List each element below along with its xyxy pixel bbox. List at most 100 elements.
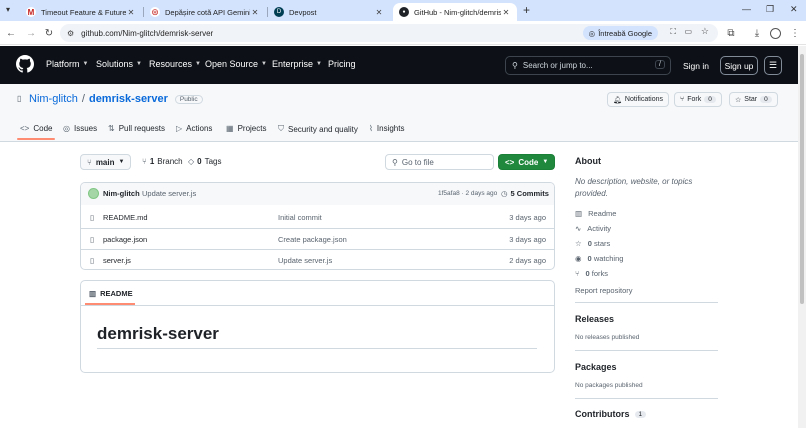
nav-solutions[interactable]: Solutions ▼ [96,59,142,69]
tags-link[interactable]: ◇ 0 Tags [188,157,222,166]
back-icon[interactable]: ← [4,26,18,40]
profile-avatar-icon[interactable] [768,26,782,40]
browser-tab-2[interactable]: ⊛ Depășire cotă API Gemini în ch ✕ [144,3,266,21]
branch-selector[interactable]: ⑂ main ▼ [80,154,132,170]
sign-in-link[interactable]: Sign in [680,56,712,75]
releases-heading[interactable]: Releases [575,314,614,324]
file-commit-message[interactable]: Create package.json [278,235,347,244]
nav-open-source[interactable]: Open Source ▼ [205,59,267,69]
extensions-icon[interactable]: ⧉ [724,26,738,40]
fork-button[interactable]: ⑂ Fork 0 [674,92,722,107]
bell-icon: 🔔︎ [613,96,622,104]
settings-menu-icon[interactable]: ☰ [764,56,782,75]
nav-resources[interactable]: Resources ▼ [149,59,201,69]
readme-link[interactable]: ▥ Readme [575,209,616,218]
branches-link[interactable]: ⑂ 1 Branch [142,157,183,166]
readme-tab[interactable]: ▥ README [89,289,133,298]
code-button[interactable]: <> Code ▼ [498,154,555,170]
star-button[interactable]: ☆ Star 0 [729,92,778,107]
path-separator: / [81,93,85,105]
table-icon: ▦ [226,124,234,133]
window-close-icon[interactable]: ✕ [790,4,798,15]
scrollbar-thumb[interactable] [800,54,804,304]
nav-pricing[interactable]: Pricing [328,59,356,69]
chevron-down-icon: ▼ [136,61,142,67]
chrome-menu-icon[interactable]: ⋮ [788,26,802,40]
nav-enterprise[interactable]: Enterprise ▼ [272,59,322,69]
close-tab-icon[interactable]: ✕ [250,8,260,17]
site-info-icon[interactable]: ⚙ [67,29,74,38]
search-shortcut-key: / [655,60,665,69]
file-commit-message[interactable]: Initial commit [278,213,322,222]
browser-tab-3[interactable]: D Devpost ✕ [268,3,390,21]
lens-icon: ◎ [588,28,596,38]
tab-projects[interactable]: ▦ Projects [226,124,266,133]
tab-pull-requests[interactable]: ⇅ Pull requests [108,124,165,133]
file-name-link[interactable]: README.md [103,213,148,222]
address-bar[interactable]: ⚙ github.com/Nim-glitch/demrisk-server ◎… [60,24,718,42]
download-icon[interactable]: ⤓ [750,26,764,40]
commits-link[interactable]: ◷ 5 Commits [501,189,549,198]
play-icon: ▷ [176,124,183,133]
repo-header: ▯ Nim-glitch / demrisk-server Public 🔔︎ … [0,84,798,142]
page-scrollbar[interactable] [798,46,806,428]
report-repository-link[interactable]: Report repository [575,286,633,295]
file-name-link[interactable]: package.json [103,235,147,244]
tab-insights[interactable]: ⌇ Insights [369,124,404,133]
search-input[interactable]: ⚲ Search or jump to... / [505,56,671,75]
notifications-button[interactable]: 🔔︎ Notifications [607,92,670,107]
minimize-icon[interactable]: — [742,4,751,14]
tab-issues[interactable]: ◎ Issues [63,124,97,133]
file-icon: ▯ [90,235,95,244]
forward-icon[interactable]: → [24,26,38,40]
browser-tab-strip: ▾ M Timeout Feature & Future A2A ✕ ⊛ Dep… [0,0,806,21]
reload-icon[interactable]: ↻ [42,26,56,40]
latest-commit-bar: Nim-glitch Update server.js 1f5afa8 · 2 … [81,183,554,205]
cast-icon[interactable]: ▭ [684,27,692,36]
file-commit-message[interactable]: Update server.js [278,256,332,265]
go-to-file-input[interactable]: ⚲ Go to file [385,154,494,170]
ask-google-chip[interactable]: ◎ Întreabă Google [582,26,658,40]
contributors-count: 1 [634,410,647,418]
avatar[interactable] [88,188,99,199]
forks-link[interactable]: ⑂ 0 forks [575,269,608,278]
table-row[interactable]: ▯ README.md Initial commit 3 days ago [81,207,554,228]
commit-message[interactable]: Update server.js [142,189,196,198]
tab-title: Timeout Feature & Future A2A [41,7,126,17]
repo-owner-link[interactable]: Nim-glitch [29,93,78,105]
repo-icon: ▯ [17,94,22,103]
tab-code[interactable]: <> Code [20,124,52,133]
devpost-favicon-icon: D [274,7,284,17]
tab-search-button[interactable]: ▾ [6,5,10,14]
close-tab-icon[interactable]: ✕ [126,8,136,17]
tab-actions[interactable]: ▷ Actions [176,124,212,133]
new-tab-button[interactable]: + [523,3,530,17]
caret-down-icon: ▼ [542,159,549,165]
star-count: 0 [760,96,772,103]
github-logo-icon[interactable] [16,55,34,73]
packages-heading[interactable]: Packages [575,362,617,372]
nav-platform[interactable]: Platform ▼ [46,59,88,69]
contributors-heading[interactable]: Contributors 1 [575,409,647,419]
table-row[interactable]: ▯ package.json Create package.json 3 day… [81,228,554,249]
file-name-link[interactable]: server.js [103,256,131,265]
sign-up-button[interactable]: Sign up [720,56,758,75]
browser-tab-1[interactable]: M Timeout Feature & Future A2A ✕ [20,3,142,21]
repo-name-link[interactable]: demrisk-server [89,93,168,105]
search-icon: ⚲ [512,61,518,70]
watching-link[interactable]: ◉ 0 watching [575,254,623,263]
branch-icon: ⑂ [87,157,92,167]
activity-link[interactable]: ∿ Activity [575,224,611,233]
commit-meta[interactable]: 1f5afa8 · 2 days ago [438,190,497,197]
table-row[interactable]: ▯ server.js Update server.js 2 days ago [81,249,554,269]
tab-security[interactable]: ⛉ Security and quality [278,124,358,134]
heading-underline [97,348,537,349]
bookmark-star-icon[interactable]: ☆ [701,26,709,37]
translate-icon[interactable]: ⛶ [670,27,676,37]
browser-tab-active[interactable]: ● GitHub - Nim-glitch/demrisk-s ✕ [393,3,517,21]
close-tab-icon[interactable]: ✕ [501,8,511,17]
close-tab-icon[interactable]: ✕ [374,8,384,17]
stars-link[interactable]: ☆ 0 stars [575,239,610,248]
restore-icon[interactable]: ❐ [766,4,774,15]
commit-author[interactable]: Nim-glitch [103,189,140,198]
